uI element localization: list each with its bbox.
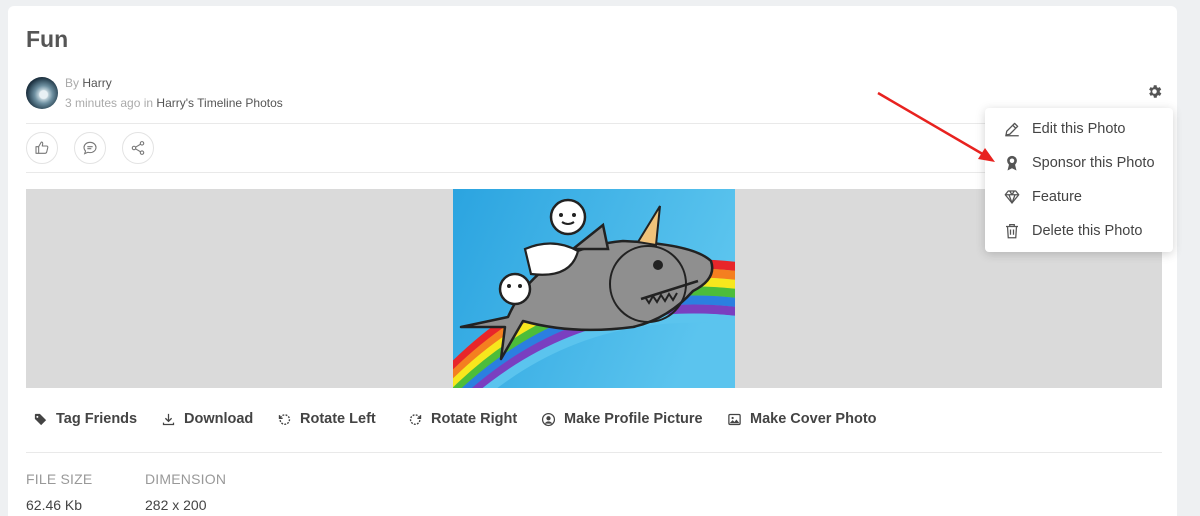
tag-friends-label: Tag Friends <box>56 411 138 427</box>
comment-icon <box>83 141 97 155</box>
like-button[interactable] <box>26 132 58 164</box>
page-title: Fun <box>26 26 69 52</box>
menu-item-feature[interactable]: Feature <box>1003 185 1082 209</box>
in-label: in <box>143 96 154 110</box>
by-label: By <box>65 76 80 90</box>
file-size-label: FILE SIZE <box>26 471 93 487</box>
download-button[interactable]: Download <box>161 411 253 427</box>
make-cover-photo-label: Make Cover Photo <box>750 411 877 427</box>
rotate-left-button[interactable]: Rotate Left <box>277 411 376 427</box>
share-icon <box>131 141 145 155</box>
comment-button[interactable] <box>74 132 106 164</box>
menu-item-sponsor-photo[interactable]: Sponsor this Photo <box>1003 151 1155 175</box>
make-profile-picture-label: Make Profile Picture <box>564 411 703 427</box>
rotate-left-icon <box>278 413 291 425</box>
menu-item-edit-photo[interactable]: Edit this Photo <box>1003 117 1126 141</box>
rotate-left-label: Rotate Left <box>300 411 376 427</box>
rotate-right-icon <box>409 413 422 425</box>
post-meta: 3 minutes ago in Harry's Timeline Photos <box>65 96 283 110</box>
menu-item-delete-photo[interactable]: Delete this Photo <box>1003 219 1142 243</box>
make-profile-picture-button[interactable]: Make Profile Picture <box>541 411 703 427</box>
menu-item-label: Edit this Photo <box>1032 121 1126 137</box>
author-line: By Harry <box>65 76 112 90</box>
photo-options-menu: Edit this Photo Sponsor this Photo Featu… <box>985 108 1173 252</box>
album-link[interactable]: Harry's Timeline Photos <box>156 96 282 110</box>
rotate-right-button[interactable]: Rotate Right <box>408 411 517 427</box>
user-circle-icon <box>541 412 556 426</box>
tag-friends-button[interactable]: Tag Friends <box>33 411 137 427</box>
menu-item-label: Feature <box>1032 189 1082 205</box>
make-cover-photo-button[interactable]: Make Cover Photo <box>727 411 877 427</box>
divider <box>26 452 1162 453</box>
image-icon <box>728 413 741 425</box>
author-link[interactable]: Harry <box>82 76 111 90</box>
dimension-label: DIMENSION <box>145 471 227 487</box>
share-button[interactable] <box>122 132 154 164</box>
post-time: 3 minutes ago <box>65 96 141 110</box>
edit-icon <box>1005 122 1019 137</box>
file-size-value: 62.46 Kb <box>26 497 83 513</box>
avatar[interactable] <box>26 77 58 109</box>
thumbs-up-icon <box>35 141 49 154</box>
menu-item-label: Delete this Photo <box>1032 223 1143 239</box>
tag-icon <box>34 413 47 425</box>
menu-item-label: Sponsor this Photo <box>1032 155 1155 171</box>
download-label: Download <box>184 411 254 427</box>
photo-image[interactable] <box>453 189 735 388</box>
sponsor-icon <box>1007 155 1017 171</box>
trash-icon <box>1006 223 1018 239</box>
diamond-icon <box>1004 190 1020 204</box>
dimension-value: 282 x 200 <box>145 497 207 513</box>
rotate-right-label: Rotate Right <box>431 411 518 427</box>
download-icon <box>162 413 175 425</box>
gear-icon[interactable] <box>1146 83 1163 100</box>
